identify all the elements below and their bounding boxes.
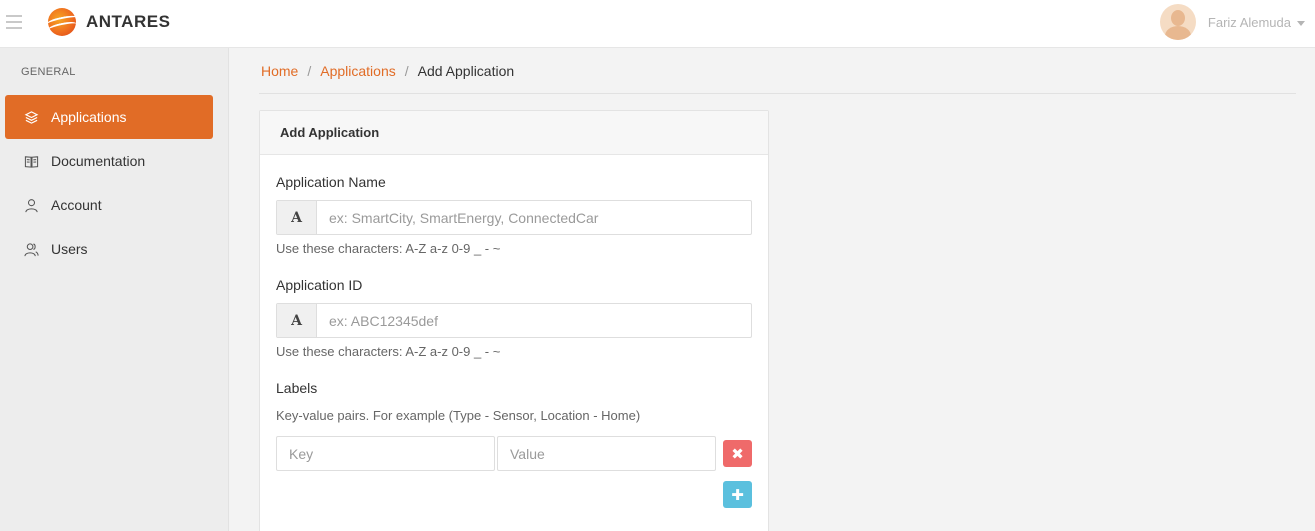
card-title: Add Application bbox=[260, 111, 768, 155]
labels-label: Labels bbox=[276, 380, 318, 396]
divider bbox=[259, 93, 1296, 94]
sidebar-item-label: Account bbox=[51, 197, 102, 213]
caret-down-icon bbox=[1297, 20, 1305, 26]
layers-icon bbox=[23, 109, 39, 125]
user-menu[interactable]: Fariz Alemuda bbox=[1159, 4, 1305, 40]
text-addon-icon: A bbox=[277, 304, 317, 337]
hamburger-icon[interactable] bbox=[6, 15, 22, 29]
sidebar-item-applications[interactable]: Applications bbox=[5, 95, 213, 139]
sidebar-item-label: Users bbox=[51, 241, 88, 257]
breadcrumb-applications[interactable]: Applications bbox=[320, 63, 396, 79]
brand[interactable]: ANTARES bbox=[48, 6, 170, 38]
breadcrumb-separator: / bbox=[404, 63, 409, 79]
sidebar-item-users[interactable]: Users bbox=[5, 227, 213, 271]
user-icon bbox=[23, 197, 39, 213]
app-id-help: Use these characters: A-Z a-z 0-9 _ - ~ bbox=[276, 344, 501, 359]
user-avatar bbox=[1159, 4, 1196, 40]
breadcrumb-current: Add Application bbox=[417, 63, 515, 79]
add-application-card: Add Application Application Name A Use t… bbox=[259, 110, 769, 531]
sidebar-item-label: Applications bbox=[51, 109, 127, 125]
top-navbar: ANTARES Fariz Alemuda bbox=[0, 0, 1315, 48]
breadcrumb-home[interactable]: Home bbox=[261, 63, 298, 79]
app-name-group: A bbox=[276, 200, 752, 235]
app-name-input[interactable] bbox=[317, 201, 751, 234]
main-content: Home / Applications / Add Application Ad… bbox=[229, 48, 1315, 531]
book-icon bbox=[23, 153, 39, 169]
label-value-input[interactable] bbox=[497, 436, 716, 471]
breadcrumb: Home / Applications / Add Application bbox=[261, 63, 514, 79]
plus-icon: ✚ bbox=[731, 486, 744, 504]
add-label-button[interactable]: ✚ bbox=[723, 481, 752, 508]
sidebar-heading: GENERAL bbox=[21, 66, 76, 78]
sidebar-item-label: Documentation bbox=[51, 153, 146, 169]
labels-help: Key-value pairs. For example (Type - Sen… bbox=[276, 408, 641, 423]
antares-logo bbox=[48, 8, 76, 36]
remove-label-button[interactable]: ✖ bbox=[723, 440, 752, 467]
app-name-help: Use these characters: A-Z a-z 0-9 _ - ~ bbox=[276, 241, 501, 256]
app-id-label: Application ID bbox=[276, 277, 363, 293]
label-key-input[interactable] bbox=[276, 436, 495, 471]
text-addon-icon: A bbox=[277, 201, 317, 234]
sidebar-item-documentation[interactable]: Documentation bbox=[5, 139, 213, 183]
close-icon: ✖ bbox=[731, 445, 744, 463]
app-id-input[interactable] bbox=[317, 304, 751, 337]
breadcrumb-separator: / bbox=[307, 63, 312, 79]
brand-name: ANTARES bbox=[86, 12, 171, 31]
app-id-group: A bbox=[276, 303, 752, 338]
app-name-label: Application Name bbox=[276, 174, 386, 190]
users-icon bbox=[23, 241, 39, 257]
sidebar: GENERAL Applications Documentation Accou… bbox=[0, 48, 229, 531]
sidebar-item-account[interactable]: Account bbox=[5, 183, 213, 227]
user-name: Fariz Alemuda bbox=[1207, 14, 1291, 30]
